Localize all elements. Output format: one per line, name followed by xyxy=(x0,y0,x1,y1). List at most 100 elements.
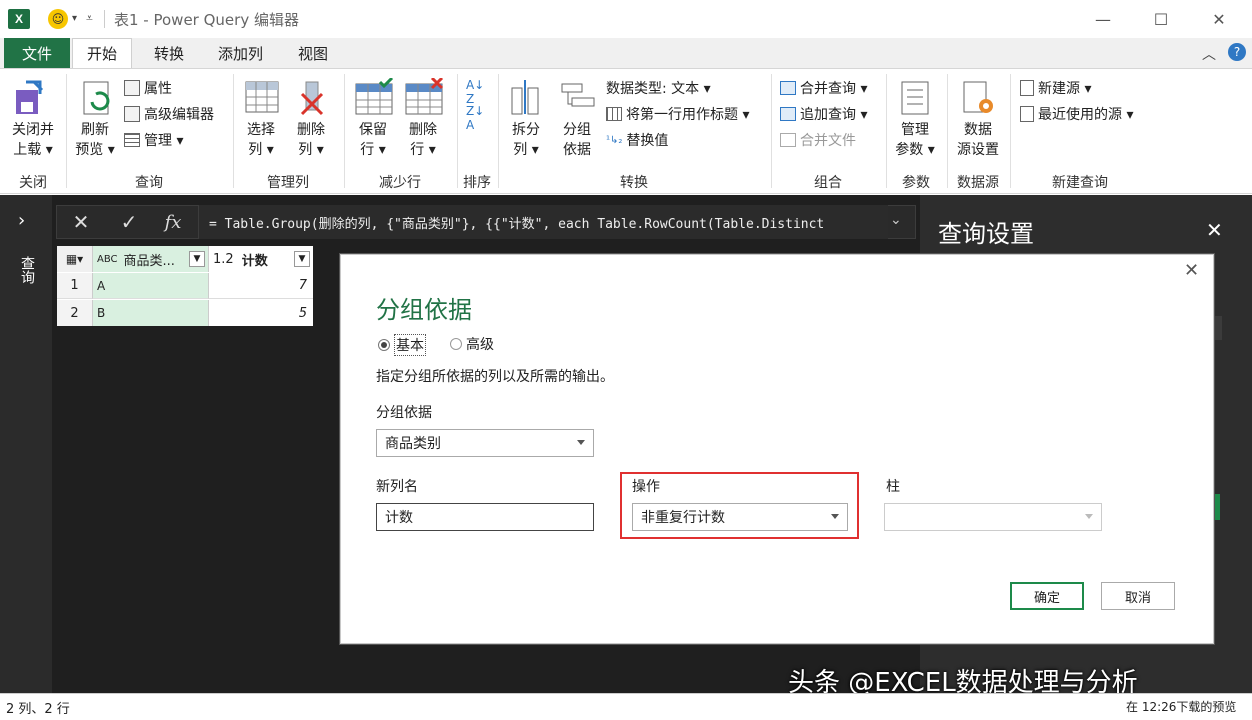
advanced-editor-icon xyxy=(124,106,140,122)
help-icon[interactable]: ? xyxy=(1228,43,1246,61)
table-cell[interactable]: A xyxy=(93,273,209,299)
recent-sources-button[interactable]: 最近使用的源 ▾ xyxy=(1020,104,1133,124)
refresh-preview-button[interactable]: 刷新 预览 ▾ xyxy=(70,120,120,160)
title-divider xyxy=(104,10,105,28)
split-col-label-2: 列 ▾ xyxy=(513,142,539,158)
group-label-manage-columns: 管理列 xyxy=(267,175,309,191)
tab-transform[interactable]: 转换 xyxy=(140,38,198,68)
excel-logo-icon: X xyxy=(8,9,30,29)
row-number[interactable]: 1 xyxy=(57,273,93,299)
table-header-icon xyxy=(606,107,622,121)
table-cell[interactable]: B xyxy=(93,300,209,326)
tab-home[interactable]: 开始 xyxy=(72,38,133,68)
remove-columns-button[interactable]: 删除 列 ▾ xyxy=(288,120,334,160)
filter-dropdown-icon[interactable]: ▼ xyxy=(189,251,205,267)
tab-file[interactable]: 文件 xyxy=(4,38,70,68)
refresh-label-2: 预览 ▾ xyxy=(75,142,115,158)
combine-files-button[interactable]: 合并文件 xyxy=(780,130,856,150)
radio-basic[interactable]: 基本 xyxy=(378,334,426,356)
properties-button[interactable]: 属性 xyxy=(124,78,172,98)
table-cell[interactable]: 7 xyxy=(209,273,313,299)
append-queries-label: 追加查询 ▾ xyxy=(800,107,868,123)
radio-selected-icon xyxy=(378,339,390,351)
manage-params-icon xyxy=(898,80,932,120)
column-header-count[interactable]: 1.2 计数 ▼ xyxy=(209,246,313,272)
radio-unselected-icon xyxy=(450,338,462,350)
append-queries-button[interactable]: 追加查询 ▾ xyxy=(780,104,867,124)
combine-files-label: 合并文件 xyxy=(800,133,856,149)
smiley-feedback-icon[interactable]: ☺ xyxy=(48,9,68,29)
properties-icon xyxy=(124,80,140,96)
new-column-name-label: 新列名 xyxy=(376,479,418,495)
replace-values-button[interactable]: ¹↳₂ 替换值 xyxy=(606,130,668,150)
cancel-formula-icon[interactable]: ✕ xyxy=(58,205,104,239)
group-by-button[interactable]: 分组 依据 xyxy=(554,120,600,160)
manage-params-button[interactable]: 管理 参数 ▾ xyxy=(890,120,940,160)
window-title: 表1 - Power Query 编辑器 xyxy=(114,11,299,29)
sort-descending-icon[interactable]: Z↓ A xyxy=(466,104,484,132)
new-column-name-input[interactable]: 计数 xyxy=(376,503,594,531)
column-header-category[interactable]: ABC 商品类... ▼ xyxy=(93,246,209,272)
close-load-button[interactable]: 关闭并 上载 ▾ xyxy=(4,120,62,160)
data-type-dropdown[interactable]: 数据类型: 文本 ▾ xyxy=(606,78,711,98)
collapse-ribbon-icon[interactable]: ︿ xyxy=(1202,44,1216,64)
split-column-button[interactable]: 拆分 列 ▾ xyxy=(503,120,549,160)
column-label: 柱 xyxy=(886,479,900,495)
data-source-settings-icon xyxy=(960,80,996,120)
close-window-icon[interactable]: ✕ xyxy=(1206,6,1232,32)
cancel-button[interactable]: 取消 xyxy=(1101,582,1175,610)
customize-qat-icon[interactable]: ⩡ xyxy=(86,11,93,26)
manage-button[interactable]: 管理 ▾ xyxy=(124,130,183,150)
decimal-type-icon[interactable]: 1.2 xyxy=(213,252,234,267)
radio-advanced[interactable]: 高级 xyxy=(450,334,494,354)
queries-pane-label[interactable]: 查询 xyxy=(17,256,37,284)
table-menu-icon[interactable]: ▦▾ xyxy=(57,246,93,272)
remove-rows-button[interactable]: 删除 行 ▾ xyxy=(400,120,446,160)
use-first-row-header-button[interactable]: 将第一行用作标题 ▾ xyxy=(606,104,749,124)
text-type-icon[interactable]: ABC xyxy=(97,254,118,265)
dialog-close-icon[interactable]: ✕ xyxy=(1184,260,1199,281)
manage-params-label-2: 参数 ▾ xyxy=(895,142,935,158)
table-cell[interactable]: 5 xyxy=(209,300,313,326)
tab-view[interactable]: 视图 xyxy=(284,38,342,68)
operation-select[interactable]: 非重复行计数 xyxy=(632,503,848,531)
first-row-header-label: 将第一行用作标题 ▾ xyxy=(626,107,750,123)
sort-ascending-icon[interactable]: A↓ Z xyxy=(466,78,484,106)
formula-input[interactable]: = Table.Group(删除的列, {"商品类别"}, {{"计数", ea… xyxy=(198,205,888,239)
settings-field-edge xyxy=(1214,316,1222,340)
qa-dropdown-icon[interactable]: ▾ xyxy=(72,13,77,24)
keep-rows-button[interactable]: 保留 行 ▾ xyxy=(350,120,396,160)
ok-button[interactable]: 确定 xyxy=(1010,582,1084,610)
column-header-label: 商品类... xyxy=(123,253,175,269)
new-source-label: 新建源 ▾ xyxy=(1038,81,1092,97)
close-load-icon xyxy=(12,80,46,122)
group-by-label-1: 分组 xyxy=(563,122,591,138)
group-by-label: 分组依据 xyxy=(376,405,432,421)
group-label-params: 参数 xyxy=(902,175,930,191)
manage-icon xyxy=(124,133,140,147)
row-number[interactable]: 2 xyxy=(57,300,93,326)
tab-add-column[interactable]: 添加列 xyxy=(204,38,277,68)
new-source-button[interactable]: 新建源 ▾ xyxy=(1020,78,1091,98)
status-bar xyxy=(0,693,1252,720)
commit-formula-icon[interactable]: ✓ xyxy=(106,205,152,239)
data-source-settings-button[interactable]: 数据 源设置 xyxy=(952,120,1004,160)
group-label-query: 查询 xyxy=(135,175,163,191)
advanced-editor-button[interactable]: 高级编辑器 xyxy=(124,104,214,124)
filter-dropdown-icon[interactable]: ▼ xyxy=(294,251,310,267)
expand-formula-icon[interactable]: ⌄ xyxy=(890,212,902,228)
minimize-icon[interactable]: — xyxy=(1090,6,1116,32)
expand-queries-icon[interactable]: › xyxy=(18,210,25,231)
remove-cols-label-2: 列 ▾ xyxy=(298,142,324,158)
merge-queries-icon xyxy=(780,81,796,95)
status-row-col-count: 2 列、2 行 xyxy=(6,702,70,717)
close-settings-icon[interactable]: ✕ xyxy=(1206,218,1223,242)
group-by-select[interactable]: 商品类别 xyxy=(376,429,594,457)
operation-value: 非重复行计数 xyxy=(641,510,725,526)
column-select[interactable] xyxy=(884,503,1102,531)
choose-columns-button[interactable]: 选择 列 ▾ xyxy=(238,120,284,160)
fx-icon[interactable]: fx xyxy=(150,205,196,239)
remove-rows-icon xyxy=(404,76,444,120)
merge-queries-button[interactable]: 合并查询 ▾ xyxy=(780,78,867,98)
maximize-icon[interactable]: ☐ xyxy=(1148,6,1174,32)
